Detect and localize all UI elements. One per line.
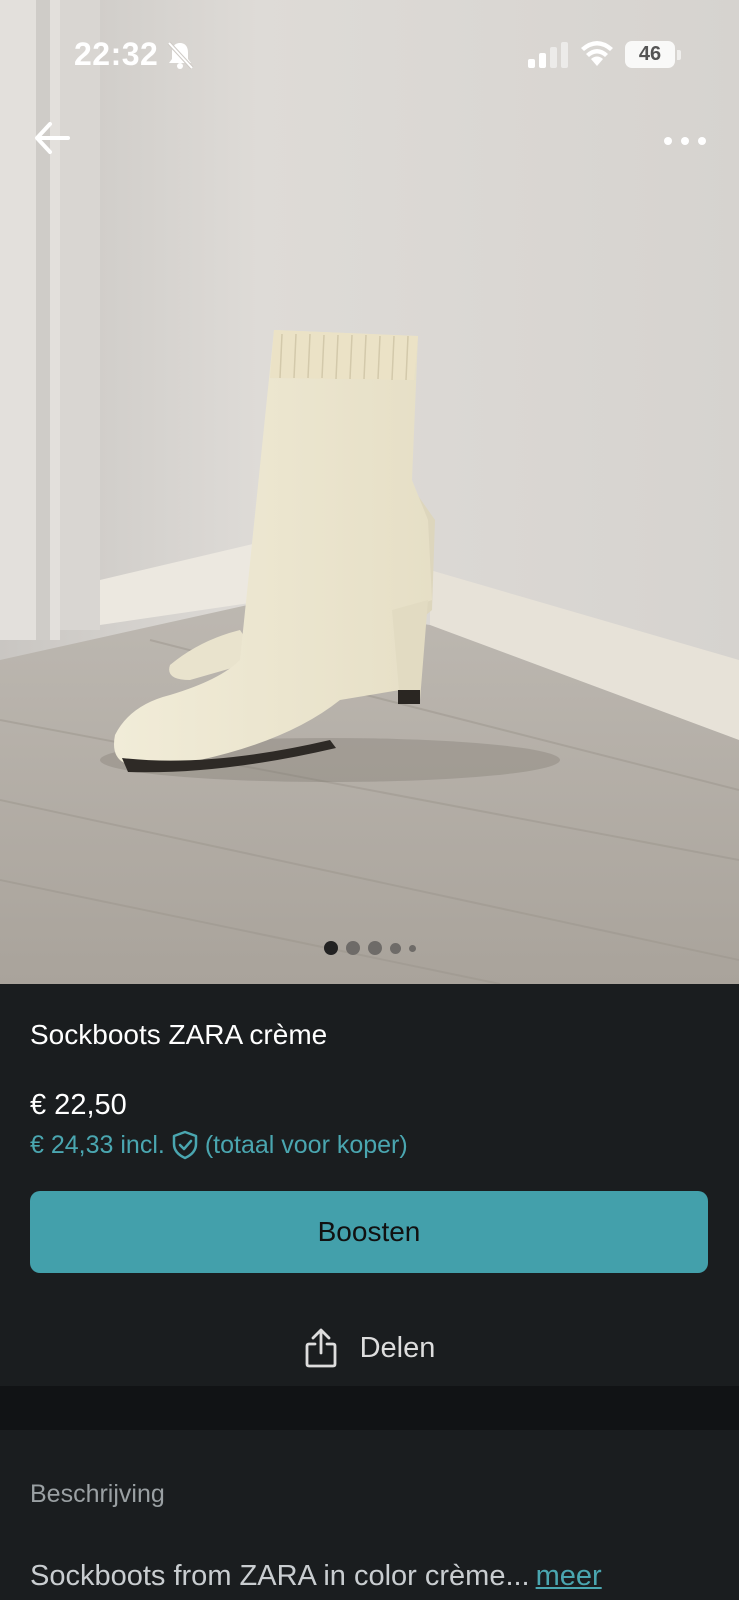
carousel-indicator xyxy=(0,940,739,956)
listing-price: € 22,50 xyxy=(30,1089,127,1121)
description-heading: Beschrijving xyxy=(30,1480,165,1508)
carousel-dot[interactable] xyxy=(323,941,338,955)
price-incl-value: € 24,33 incl. xyxy=(30,1130,165,1159)
battery-icon: 46 xyxy=(625,41,675,68)
arrow-left-icon xyxy=(35,122,70,154)
wifi-icon xyxy=(581,41,613,66)
carousel-dot[interactable] xyxy=(408,944,416,952)
carousel-dot[interactable] xyxy=(345,941,360,955)
buyer-total-note: (totaal voor koper) xyxy=(204,1130,408,1159)
shield-check-icon xyxy=(172,1130,198,1160)
boost-button[interactable]: Boosten xyxy=(30,1191,708,1273)
more-options-button[interactable] xyxy=(660,126,710,156)
price-including-protection[interactable]: € 24,33 incl. (totaal voor koper) xyxy=(30,1130,408,1160)
product-photo[interactable]: 22:32 46 xyxy=(0,0,739,984)
carousel-dot[interactable] xyxy=(367,941,382,955)
signal-icon xyxy=(528,42,568,68)
battery-nub xyxy=(677,50,681,60)
back-button[interactable] xyxy=(30,116,74,160)
status-bar: 22:32 46 xyxy=(0,0,739,100)
more-horizontal-icon xyxy=(664,137,706,145)
share-icon xyxy=(305,1328,337,1368)
status-time: 22:32 xyxy=(74,36,159,72)
share-label: Delen xyxy=(359,1331,436,1364)
description-text-row: Sockboots from ZARA in color crème... mee… xyxy=(30,1560,602,1593)
product-image xyxy=(0,0,739,984)
carousel-dot[interactable] xyxy=(389,942,401,954)
share-button[interactable]: Delen xyxy=(0,1320,739,1376)
listing-title: Sockboots ZARA crème xyxy=(30,1019,328,1050)
read-more-link[interactable]: meer xyxy=(536,1560,602,1592)
description-text: Sockboots from ZARA in color crème... xyxy=(30,1560,530,1592)
section-divider xyxy=(0,1386,739,1430)
bell-slash-icon xyxy=(167,41,194,70)
